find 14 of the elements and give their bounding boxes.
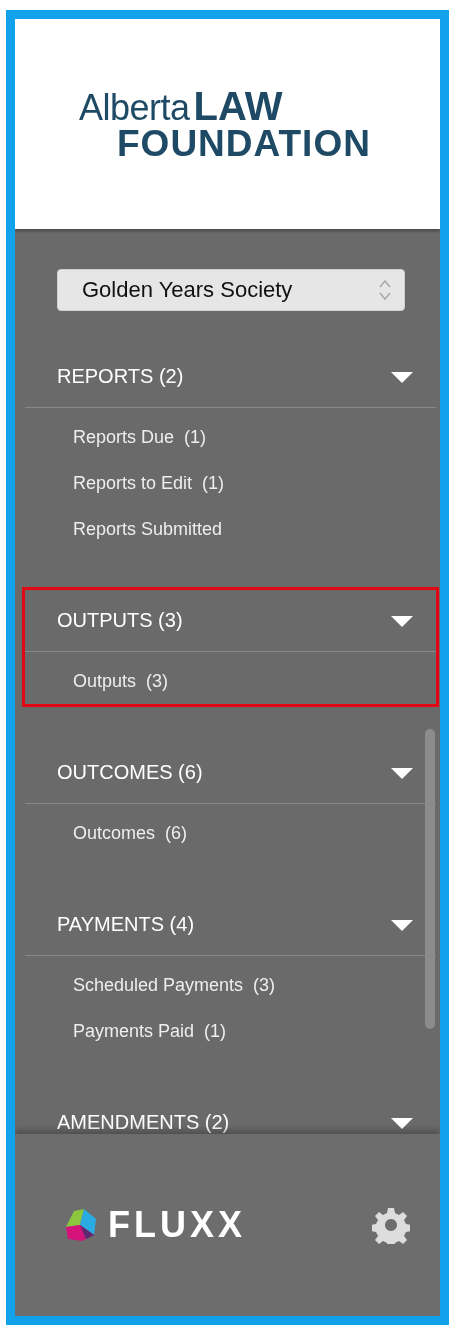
chevron-updown-icon	[378, 278, 392, 302]
nav-item[interactable]: Reports Submitted	[25, 506, 436, 552]
organization-select[interactable]: Golden Years Society	[57, 269, 405, 311]
nav-item[interactable]: Reports Due (1)	[25, 414, 436, 460]
section-header[interactable]: OUTPUTS (3)	[25, 590, 436, 652]
settings-icon[interactable]	[372, 1206, 410, 1244]
nav-item[interactable]: Outcomes (6)	[25, 810, 436, 856]
nav-item[interactable]: Outputs (3)	[25, 658, 436, 704]
nav-item[interactable]: Scheduled Payments (3)	[25, 962, 436, 1008]
brand-name: FLUXX	[108, 1204, 246, 1246]
scrollbar[interactable]	[425, 729, 435, 1029]
section-header[interactable]: REPORTS (2)	[25, 346, 436, 408]
nav-item[interactable]: Payments Paid (1)	[25, 1008, 436, 1054]
nav-item[interactable]: Reports to Edit (1)	[25, 460, 436, 506]
